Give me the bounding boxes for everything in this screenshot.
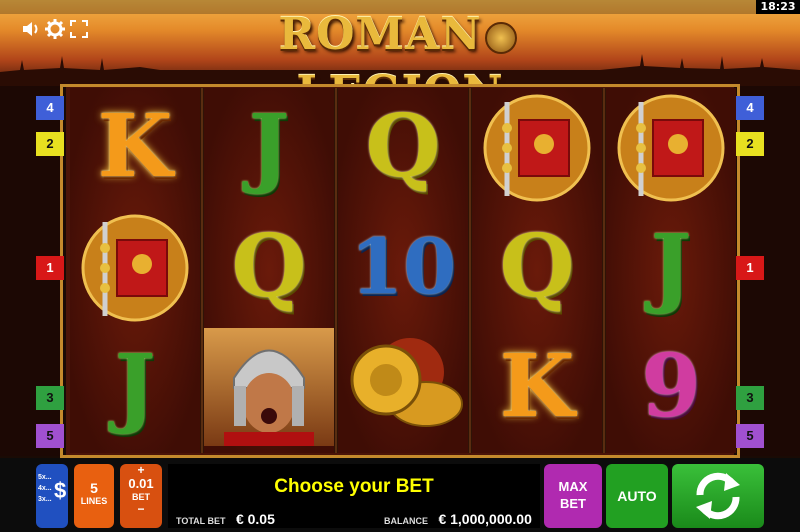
line-marker-left-2[interactable]: 2 [36, 132, 64, 156]
speaker-icon[interactable] [20, 18, 42, 40]
bet-value: 0.01 [128, 476, 154, 491]
gear-icon[interactable] [44, 18, 66, 40]
total-bet-value: € 0.05 [235, 511, 275, 527]
lines-label: LINES [80, 496, 108, 506]
line-marker-right-4[interactable]: 4 [736, 96, 764, 120]
spin-arrows-icon [696, 472, 740, 520]
lines-button[interactable]: 5 LINES [74, 464, 114, 528]
game-title-left: ROMAN [278, 9, 482, 60]
line-marker-left-1[interactable]: 1 [36, 256, 64, 280]
total-bet-label: TOTAL BET [176, 516, 226, 526]
line-marker-left-5[interactable]: 5 [36, 424, 64, 448]
balance-label: BALANCE [384, 516, 428, 526]
title-medallion-icon [485, 21, 518, 54]
max-bet-button[interactable]: MAX BET [544, 464, 602, 528]
balance-value: € 1,000,000.00 [438, 511, 532, 527]
bet-button[interactable]: + 0.01 BET − [120, 464, 162, 528]
auto-button[interactable]: AUTO [606, 464, 668, 528]
message-text: Choose your BET [274, 476, 434, 497]
line-marker-right-3[interactable]: 3 [736, 386, 764, 410]
line-marker-right-1[interactable]: 1 [736, 256, 764, 280]
max-bet-line1: MAX [558, 479, 588, 494]
dollar-icon: $ [54, 478, 67, 503]
line-marker-left-4[interactable]: 4 [36, 96, 64, 120]
line-marker-right-2[interactable]: 2 [736, 132, 764, 156]
spin-button[interactable] [672, 464, 764, 528]
balance: BALANCE € 1,000,000.00 [384, 511, 532, 529]
fullscreen-icon[interactable] [68, 18, 90, 40]
bet-plus-icon[interactable]: + [120, 464, 162, 476]
lines-value: 5 [90, 480, 98, 496]
game-title: ROMANLEGION [180, 6, 620, 118]
max-bet-line2: BET [560, 496, 586, 511]
status-clock: 18:23 [756, 0, 800, 14]
bet-minus-icon[interactable]: − [120, 503, 162, 515]
line-marker-left-3[interactable]: 3 [36, 386, 64, 410]
total-bet: TOTAL BET € 0.05 [176, 511, 275, 529]
paytable-button[interactable]: 5x... 4x... 3x... $ [36, 464, 68, 528]
reel-frame [60, 84, 740, 458]
line-marker-right-5[interactable]: 5 [736, 424, 764, 448]
